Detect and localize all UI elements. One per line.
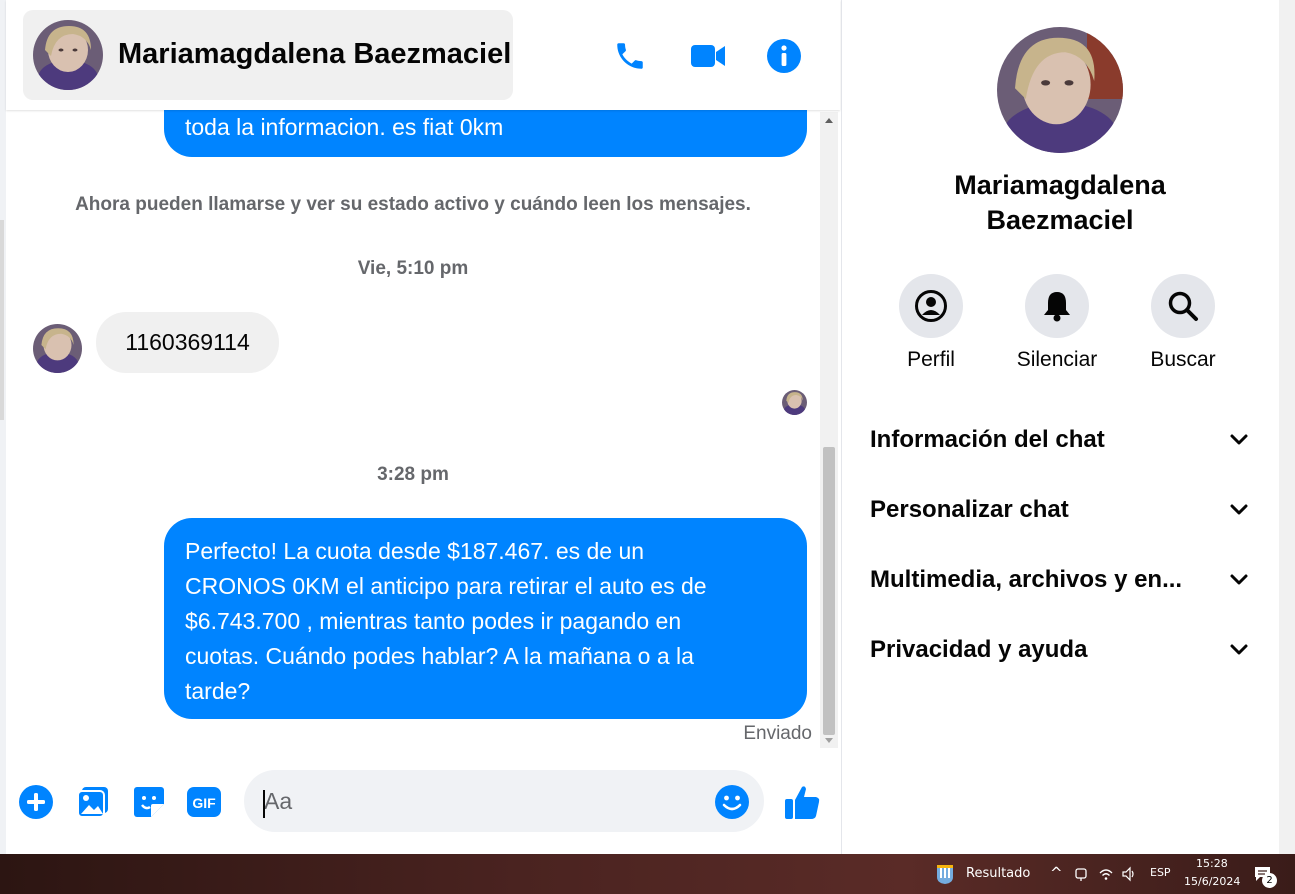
chevron-down-icon	[1230, 504, 1248, 515]
message-text: toda la informacion. es fiat 0km	[185, 114, 504, 140]
mute-action[interactable]: Silenciar	[997, 274, 1117, 372]
phone-icon[interactable]	[610, 36, 650, 76]
section-label: Información del chat	[870, 426, 1105, 453]
sent-status: Enviado	[743, 723, 812, 744]
chevron-up-icon[interactable]: ^	[1050, 864, 1063, 882]
scroll-up-arrow[interactable]	[825, 118, 833, 123]
profile-action[interactable]: Perfil	[871, 274, 991, 372]
text-caret	[263, 790, 265, 818]
contact-name: Mariamagdalena Baezmaciel	[118, 38, 512, 70]
section-label: Privacidad y ayuda	[870, 636, 1088, 663]
message-line: tarde?	[185, 678, 251, 704]
clock-time[interactable]: 15:28	[1196, 857, 1228, 870]
language-indicator[interactable]: ESP	[1150, 866, 1171, 879]
sender-avatar[interactable]	[33, 324, 82, 373]
video-call-icon[interactable]	[688, 36, 728, 76]
taskbar: Resultado ^ ESP 15:28 15/6/2024 2	[0, 854, 1295, 894]
section-customize-chat[interactable]: Personalizar chat	[870, 490, 1250, 530]
read-receipt-avatar	[782, 390, 807, 415]
widget-label[interactable]: Resultado	[966, 866, 1030, 881]
message-input[interactable]	[244, 770, 764, 832]
contact-avatar	[33, 20, 103, 90]
outgoing-message-bubble[interactable]: toda la informacion. es fiat 0km	[164, 110, 807, 157]
composer: GIF	[6, 760, 840, 850]
volume-icon[interactable]	[1121, 866, 1137, 882]
profile-name-line: Baezmaciel	[986, 205, 1134, 235]
conversation-info-panel: Mariamagdalena Baezmaciel Perfil Silenci…	[842, 0, 1279, 854]
message-line: CRONOS 0KM el anticipo para retirar el a…	[185, 573, 707, 599]
message-line: Perfecto! La cuota desde $187.467. es de…	[185, 538, 645, 564]
like-icon[interactable]	[782, 782, 822, 822]
sticker-icon[interactable]	[129, 782, 169, 822]
widget-icon[interactable]	[934, 863, 956, 885]
bell-icon[interactable]	[1025, 274, 1089, 338]
message-line: $6.743.700 , mientras tanto podes ir pag…	[185, 608, 682, 634]
message-text: 1160369114	[125, 329, 250, 355]
system-notice: Ahora pueden llamarse y ver su estado ac…	[75, 194, 751, 215]
gif-label: GIF	[192, 795, 216, 811]
section-media-files[interactable]: Multimedia, archivos y en...	[870, 560, 1250, 600]
profile-name: Mariamagdalena Baezmaciel	[860, 168, 1260, 238]
chat-header: Mariamagdalena Baezmaciel	[6, 0, 840, 110]
action-label: Silenciar	[1016, 348, 1098, 371]
clock-date[interactable]: 15/6/2024	[1184, 875, 1240, 888]
messenger-window: Mariamagdalena Baezmaciel toda la inform…	[0, 0, 1295, 854]
info-icon[interactable]	[764, 36, 804, 76]
scroll-thumb[interactable]	[823, 447, 835, 735]
timestamp-divider: Vie, 5:10 pm	[357, 258, 469, 279]
notification-badge: 2	[1262, 873, 1277, 888]
chevron-down-icon	[1230, 644, 1248, 655]
profile-icon[interactable]	[899, 274, 963, 338]
emoji-icon[interactable]	[712, 782, 752, 822]
search-action[interactable]: Buscar	[1123, 274, 1243, 372]
wifi-icon[interactable]	[1098, 866, 1114, 882]
chat-scrollbar[interactable]	[820, 112, 838, 748]
section-privacy-help[interactable]: Privacidad y ayuda	[870, 630, 1250, 670]
message-list[interactable]: toda la informacion. es fiat 0km Ahora p…	[6, 110, 820, 750]
plus-icon[interactable]	[16, 782, 56, 822]
gif-icon[interactable]: GIF	[184, 782, 224, 822]
scroll-down-arrow[interactable]	[825, 738, 833, 743]
photo-icon[interactable]	[73, 782, 113, 822]
chat-pane: Mariamagdalena Baezmaciel toda la inform…	[6, 0, 842, 854]
section-label: Personalizar chat	[870, 496, 1069, 523]
section-label: Multimedia, archivos y en...	[870, 566, 1183, 593]
meet-icon[interactable]	[1074, 866, 1088, 882]
edge-marker	[0, 220, 4, 420]
profile-avatar[interactable]	[997, 27, 1123, 153]
message-line: cuotas. Cuándo podes hablar? A la mañana…	[185, 643, 694, 669]
action-label: Perfil	[907, 348, 955, 371]
outgoing-message-bubble[interactable]: Perfecto! La cuota desde $187.467. es de…	[164, 518, 807, 719]
page-scrollbar[interactable]	[1279, 0, 1295, 854]
search-icon[interactable]	[1151, 274, 1215, 338]
chevron-down-icon	[1230, 574, 1248, 585]
action-label: Buscar	[1150, 348, 1216, 371]
timestamp-divider: 3:28 pm	[377, 464, 449, 485]
chevron-down-icon	[1230, 434, 1248, 445]
incoming-message-bubble[interactable]: 1160369114	[96, 312, 279, 373]
profile-name-line: Mariamagdalena	[954, 170, 1166, 200]
section-chat-info[interactable]: Información del chat	[870, 420, 1250, 460]
contact-header-button[interactable]: Mariamagdalena Baezmaciel	[23, 10, 513, 100]
